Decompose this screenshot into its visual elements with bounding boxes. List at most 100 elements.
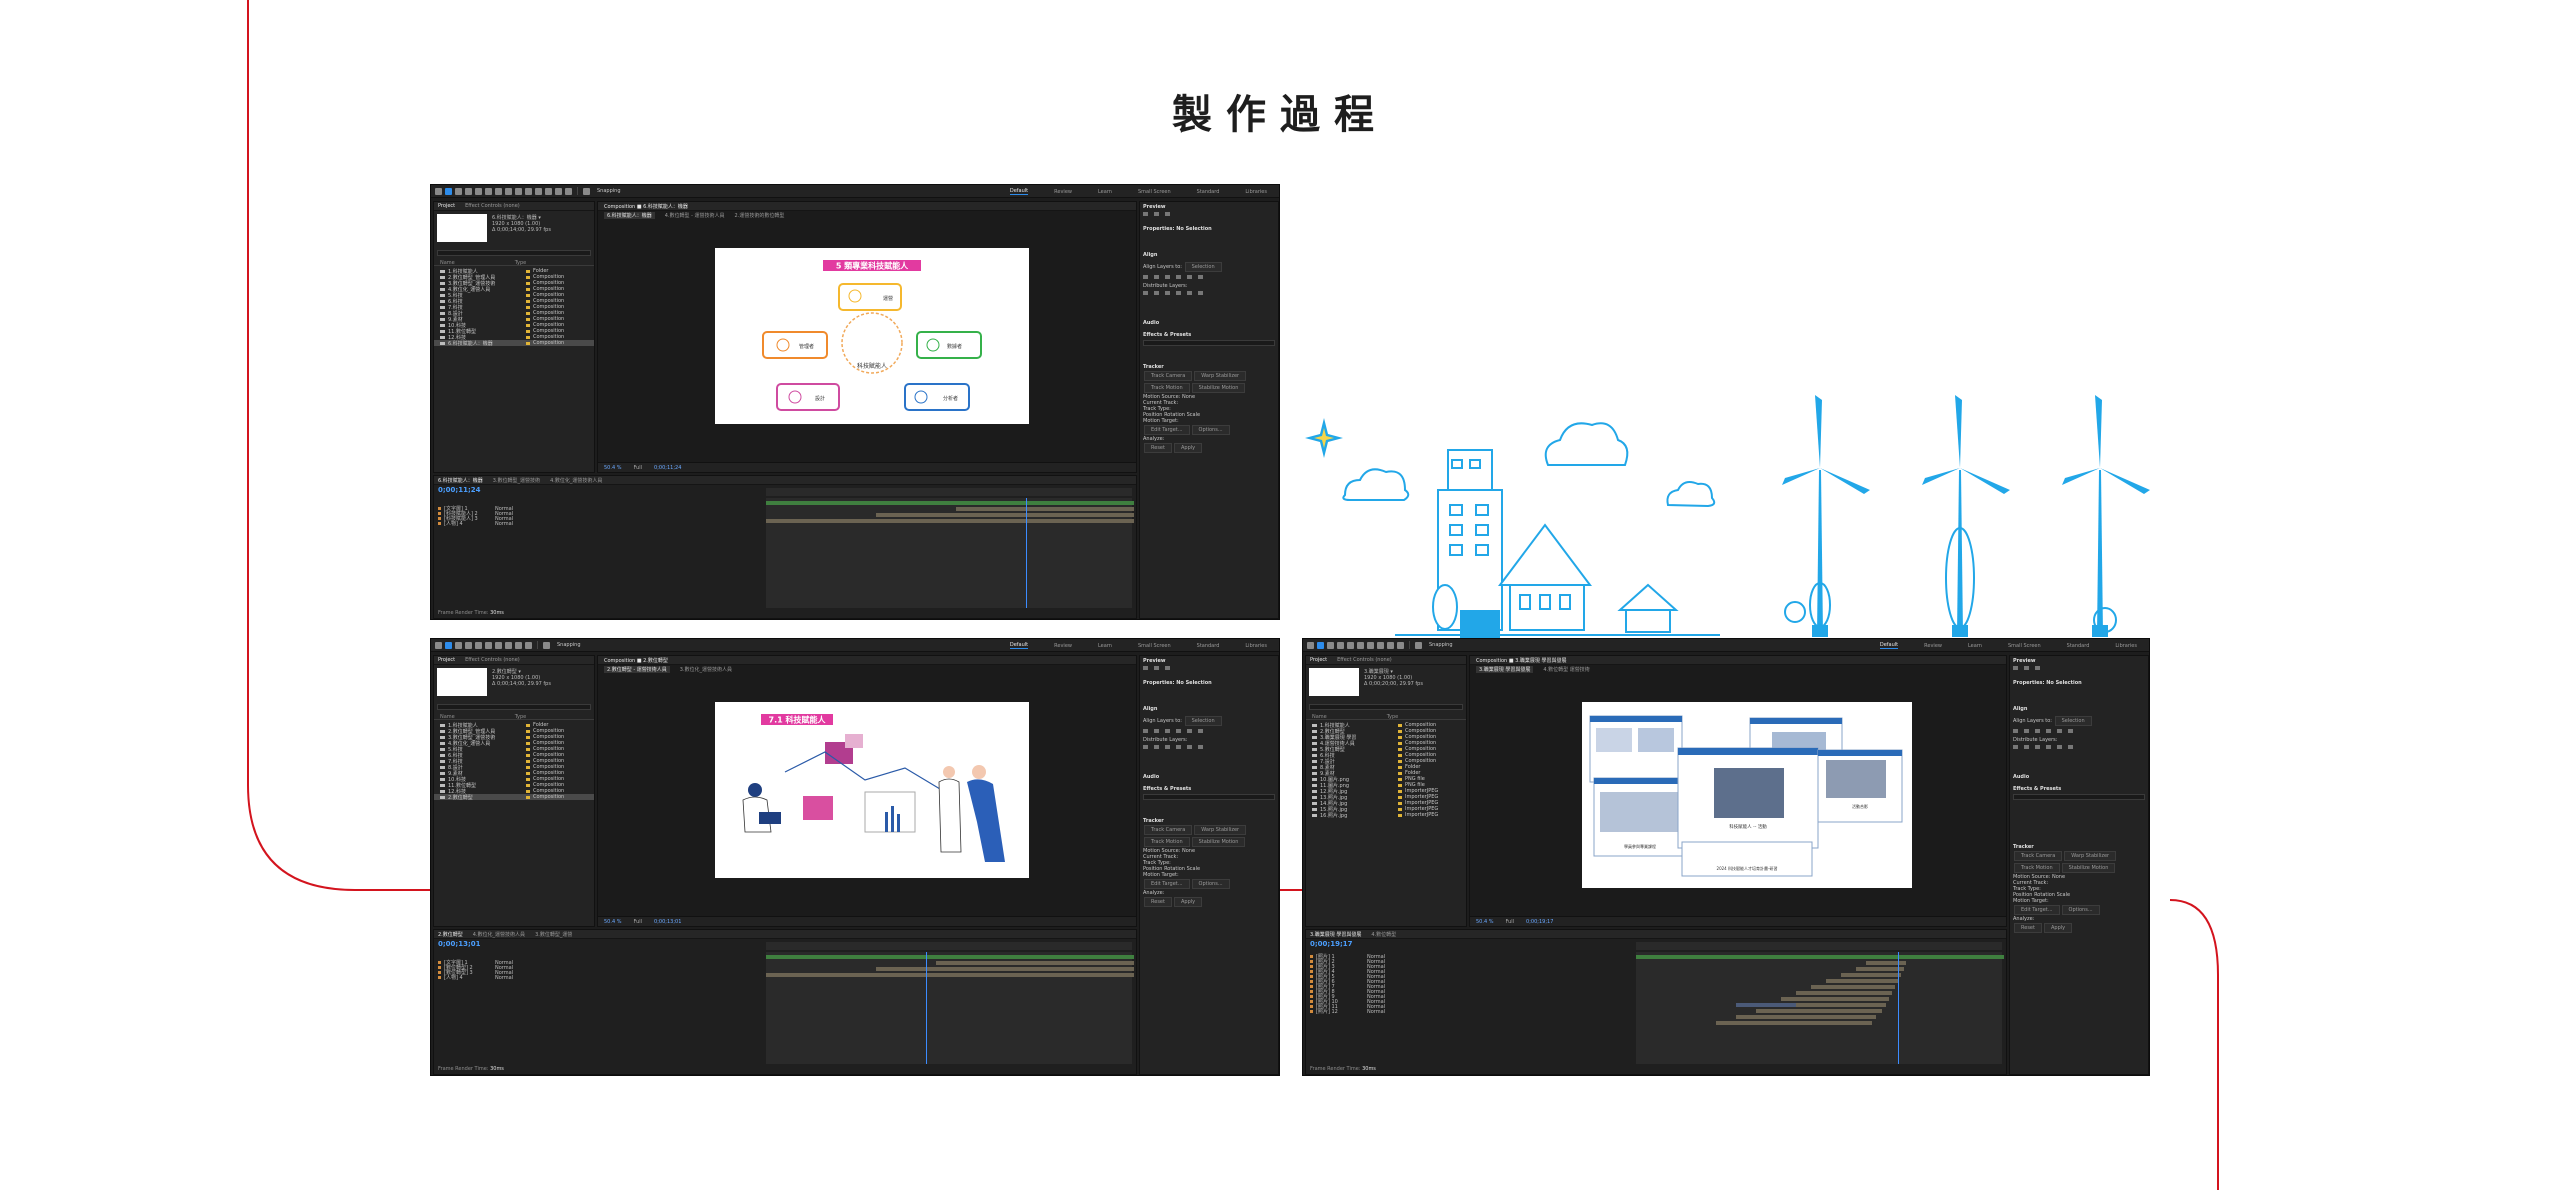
- align-target-select[interactable]: Selection: [1184, 716, 1222, 726]
- puppet-tool-icon[interactable]: [565, 187, 572, 195]
- apply-button[interactable]: Apply: [1173, 443, 1203, 453]
- effects-search-input[interactable]: [1143, 340, 1275, 346]
- time-ruler[interactable]: [766, 942, 1132, 950]
- options-button[interactable]: Options...: [1191, 879, 1230, 889]
- tab-effect-controls[interactable]: Effect Controls (none): [465, 203, 520, 209]
- timeline-tracks[interactable]: [766, 952, 1134, 1064]
- first-frame-icon[interactable]: [1143, 666, 1148, 670]
- resolution-select[interactable]: Full: [633, 465, 642, 471]
- home-icon[interactable]: [1307, 641, 1314, 649]
- track-camera-button[interactable]: Track Camera: [1144, 825, 1193, 835]
- workspace-tab[interactable]: Small Screen: [1138, 189, 1171, 195]
- timeline-tracks[interactable]: [1636, 952, 2004, 1064]
- stabilize-motion-button[interactable]: Stabilize Motion: [1191, 383, 1246, 393]
- workspace-tab[interactable]: Review: [1054, 643, 1072, 649]
- table-row[interactable]: [人物] 4 Normal: [438, 975, 513, 981]
- workspace-tab[interactable]: Small Screen: [1138, 643, 1171, 649]
- breadcrumb-item[interactable]: 4.數位轉型 - 運營技術人員: [665, 212, 725, 219]
- timeline-tab[interactable]: 2.數位轉型: [438, 931, 463, 938]
- camera-tool-icon[interactable]: [485, 187, 492, 195]
- workspace-tab[interactable]: Default: [1009, 188, 1029, 195]
- camera-tool-icon[interactable]: [1357, 641, 1364, 649]
- project-search-input[interactable]: [1309, 704, 1463, 710]
- workspace-tab[interactable]: Standard: [1197, 189, 1220, 195]
- track-motion-button[interactable]: Track Motion: [1144, 837, 1190, 847]
- pen-tool-icon[interactable]: [505, 641, 512, 649]
- timeline-tab[interactable]: 6.科技賦能人：機器: [438, 477, 483, 484]
- workspace-tab[interactable]: Review: [1054, 189, 1072, 195]
- first-frame-icon[interactable]: [2013, 666, 2018, 670]
- rotate-tool-icon[interactable]: [475, 187, 482, 195]
- pen-tool-icon[interactable]: [515, 187, 522, 195]
- selection-tool-icon[interactable]: [445, 641, 452, 649]
- play-icon[interactable]: [1154, 212, 1159, 216]
- tab-composition[interactable]: Composition ■ 3.職業展現 學習與發展: [1476, 657, 1567, 664]
- timeline-tab[interactable]: 4.數位化_運營技術人員: [473, 931, 525, 938]
- align-target-select[interactable]: Selection: [1184, 262, 1222, 272]
- workspace-tab[interactable]: Review: [1924, 643, 1942, 649]
- comp-current-time[interactable]: 0;00;19;17: [1526, 919, 1553, 925]
- resolution-select[interactable]: Full: [633, 919, 642, 925]
- zoom-tool-icon[interactable]: [465, 187, 472, 195]
- last-frame-icon[interactable]: [2035, 666, 2040, 670]
- shape-tool-icon[interactable]: [495, 641, 502, 649]
- edit-target-button[interactable]: Edit Target...: [1144, 425, 1190, 435]
- tab-project[interactable]: Project: [438, 203, 455, 209]
- list-item[interactable]: 2.數位轉型 Composition: [434, 794, 594, 801]
- stamp-tool-icon[interactable]: [545, 187, 552, 195]
- comp-current-time[interactable]: 0;00;13;01: [654, 919, 681, 925]
- hand-tool-icon[interactable]: [455, 187, 462, 195]
- zoom-level[interactable]: 50.4 %: [1476, 919, 1493, 925]
- tab-effect-controls[interactable]: Effect Controls (none): [1337, 657, 1392, 663]
- edit-target-button[interactable]: Edit Target...: [1144, 879, 1190, 889]
- pan-tool-icon[interactable]: [495, 187, 502, 195]
- breadcrumb-item[interactable]: 3.數位化_運營技術人員: [680, 666, 732, 673]
- options-button[interactable]: Options...: [1191, 425, 1230, 435]
- selection-tool-icon[interactable]: [1317, 641, 1324, 649]
- text-tool-icon[interactable]: [515, 641, 522, 649]
- project-search-input[interactable]: [437, 704, 591, 710]
- stabilize-motion-button[interactable]: Stabilize Motion: [2061, 863, 2116, 873]
- timeline-current-time[interactable]: 0;00;13;01: [438, 940, 481, 948]
- timeline-tracks[interactable]: [766, 498, 1134, 608]
- workspace-tab[interactable]: Learn: [1098, 189, 1112, 195]
- composition-canvas[interactable]: 7.1 科技賦能人: [715, 702, 1029, 878]
- workspace-tab[interactable]: Standard: [1197, 643, 1220, 649]
- table-row[interactable]: [照片] 12 Normal: [1310, 1009, 1385, 1015]
- workspace-tab[interactable]: Libraries: [1245, 189, 1267, 195]
- camera-tool-icon[interactable]: [485, 641, 492, 649]
- effects-search-input[interactable]: [1143, 794, 1275, 800]
- brush-tool-icon[interactable]: [535, 187, 542, 195]
- rotate-tool-icon[interactable]: [1347, 641, 1354, 649]
- workspace-tab[interactable]: Learn: [1968, 643, 1982, 649]
- list-item[interactable]: 16.照片.jpg ImporterJPEG: [1306, 812, 1466, 819]
- timeline-current-time[interactable]: 0;00;19;17: [1310, 940, 1353, 948]
- edit-target-button[interactable]: Edit Target...: [2014, 905, 2060, 915]
- composition-canvas[interactable]: 學員參與專業課程 科技賦能人 -- 活動 活動合影 2024 科技賦能人才培育計…: [1582, 702, 1912, 888]
- project-search-input[interactable]: [437, 250, 591, 256]
- workspace-tab[interactable]: Default: [1879, 642, 1899, 649]
- last-frame-icon[interactable]: [1165, 666, 1170, 670]
- tab-composition[interactable]: Composition ■ 2.數位轉型: [604, 657, 668, 664]
- zoom-level[interactable]: 50.4 %: [604, 465, 621, 471]
- pen-tool-icon[interactable]: [1377, 641, 1384, 649]
- timeline-tab[interactable]: 3.數位轉型_運營技術: [493, 477, 540, 484]
- apply-button[interactable]: Apply: [2043, 923, 2073, 933]
- rotate-tool-icon[interactable]: [475, 641, 482, 649]
- apply-button[interactable]: Apply: [1173, 897, 1203, 907]
- workspace-tab[interactable]: Small Screen: [2008, 643, 2041, 649]
- breadcrumb-item[interactable]: 6.科技賦能人：機器: [604, 211, 655, 219]
- breadcrumb-item[interactable]: 3.職業展現 學習與發展: [1476, 665, 1534, 673]
- time-ruler[interactable]: [766, 488, 1132, 496]
- composition-canvas[interactable]: 5 類專業科技賦能人 科技賦能人 運營 管理者 數據者 設計 分析者: [715, 248, 1029, 424]
- align-target-select[interactable]: Selection: [2054, 716, 2092, 726]
- workspace-tab[interactable]: Libraries: [2115, 643, 2137, 649]
- hand-tool-icon[interactable]: [455, 641, 462, 649]
- timeline-tab[interactable]: 3.數位轉型_運營: [535, 931, 572, 938]
- selection-tool-icon[interactable]: [445, 187, 452, 195]
- tab-project[interactable]: Project: [438, 657, 455, 663]
- reset-button[interactable]: Reset: [2014, 923, 2042, 933]
- track-camera-button[interactable]: Track Camera: [2014, 851, 2063, 861]
- stabilize-motion-button[interactable]: Stabilize Motion: [1191, 837, 1246, 847]
- timeline-tab[interactable]: 4.數位化_運營技術人員: [550, 477, 602, 484]
